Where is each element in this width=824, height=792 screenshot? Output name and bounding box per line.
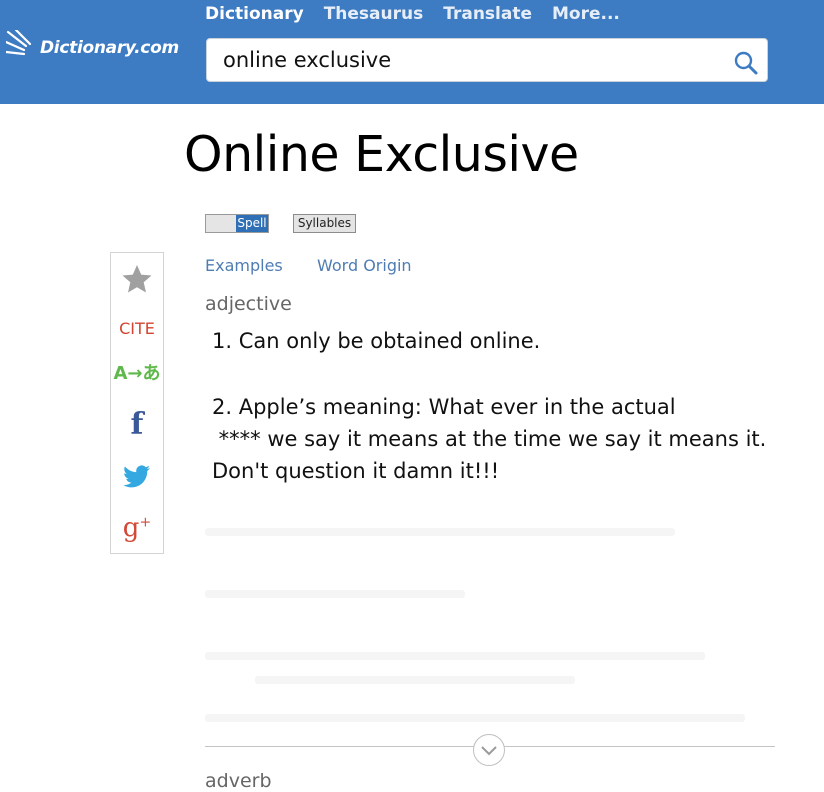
gplus-letter: g	[122, 513, 140, 543]
definition-1: 1. Can only be obtained online.	[212, 325, 540, 357]
faded-text-line	[205, 652, 705, 660]
chevron-down-icon	[481, 746, 497, 756]
cite-icon[interactable]: CITE	[111, 319, 163, 338]
top-nav: Dictionary Thesaurus Translate More...	[205, 4, 640, 28]
definition-1-line: 1. Can only be obtained online.	[212, 329, 541, 353]
faded-text-line	[205, 590, 465, 598]
search-box	[206, 38, 768, 82]
definition-2-line-3: Don't question it damn it!!!	[212, 459, 500, 483]
nav-dictionary[interactable]: Dictionary	[205, 4, 304, 28]
star-icon[interactable]	[111, 263, 163, 299]
next-part-of-speech: adverb	[205, 770, 272, 792]
nav-translate[interactable]: Translate	[443, 4, 532, 28]
faded-text-line	[205, 528, 675, 536]
faded-text-line	[205, 714, 745, 722]
faded-text-line	[255, 676, 575, 684]
logo-text: Dictionary.com	[40, 38, 179, 58]
spell-label: Spell	[236, 215, 268, 232]
tab-word-origin[interactable]: Word Origin	[317, 256, 412, 275]
google-plus-icon[interactable]: g+	[111, 513, 163, 543]
definition-2-line-2: **** we say it means at the time we say …	[212, 427, 767, 451]
tab-examples[interactable]: Examples	[205, 256, 283, 275]
definition-2: 2. Apple’s meaning: What ever in the act…	[212, 391, 766, 487]
nav-thesaurus[interactable]: Thesaurus	[324, 4, 424, 28]
share-sidebar: CITE A→あ f g+	[110, 252, 164, 554]
entry-title: Online Exclusive	[184, 126, 579, 183]
spell-toggle[interactable]: Spell	[205, 214, 269, 233]
site-logo[interactable]: Dictionary.com	[6, 30, 196, 74]
expand-button[interactable]	[473, 734, 505, 766]
syllables-button[interactable]: Syllables	[293, 214, 356, 233]
nav-more[interactable]: More...	[552, 4, 620, 28]
search-input[interactable]	[223, 45, 723, 75]
gplus-sup: +	[139, 514, 152, 531]
toggle-knob	[206, 215, 236, 232]
definition-2-line-1: 2. Apple’s meaning: What ever in the act…	[212, 395, 676, 419]
twitter-icon[interactable]	[111, 465, 163, 493]
facebook-icon[interactable]: f	[111, 407, 163, 442]
site-header: Dictionary.com Dictionary Thesaurus Tran…	[0, 0, 824, 104]
search-icon[interactable]	[733, 50, 759, 76]
part-of-speech: adjective	[205, 293, 292, 315]
translate-icon[interactable]: A→あ	[111, 359, 163, 385]
